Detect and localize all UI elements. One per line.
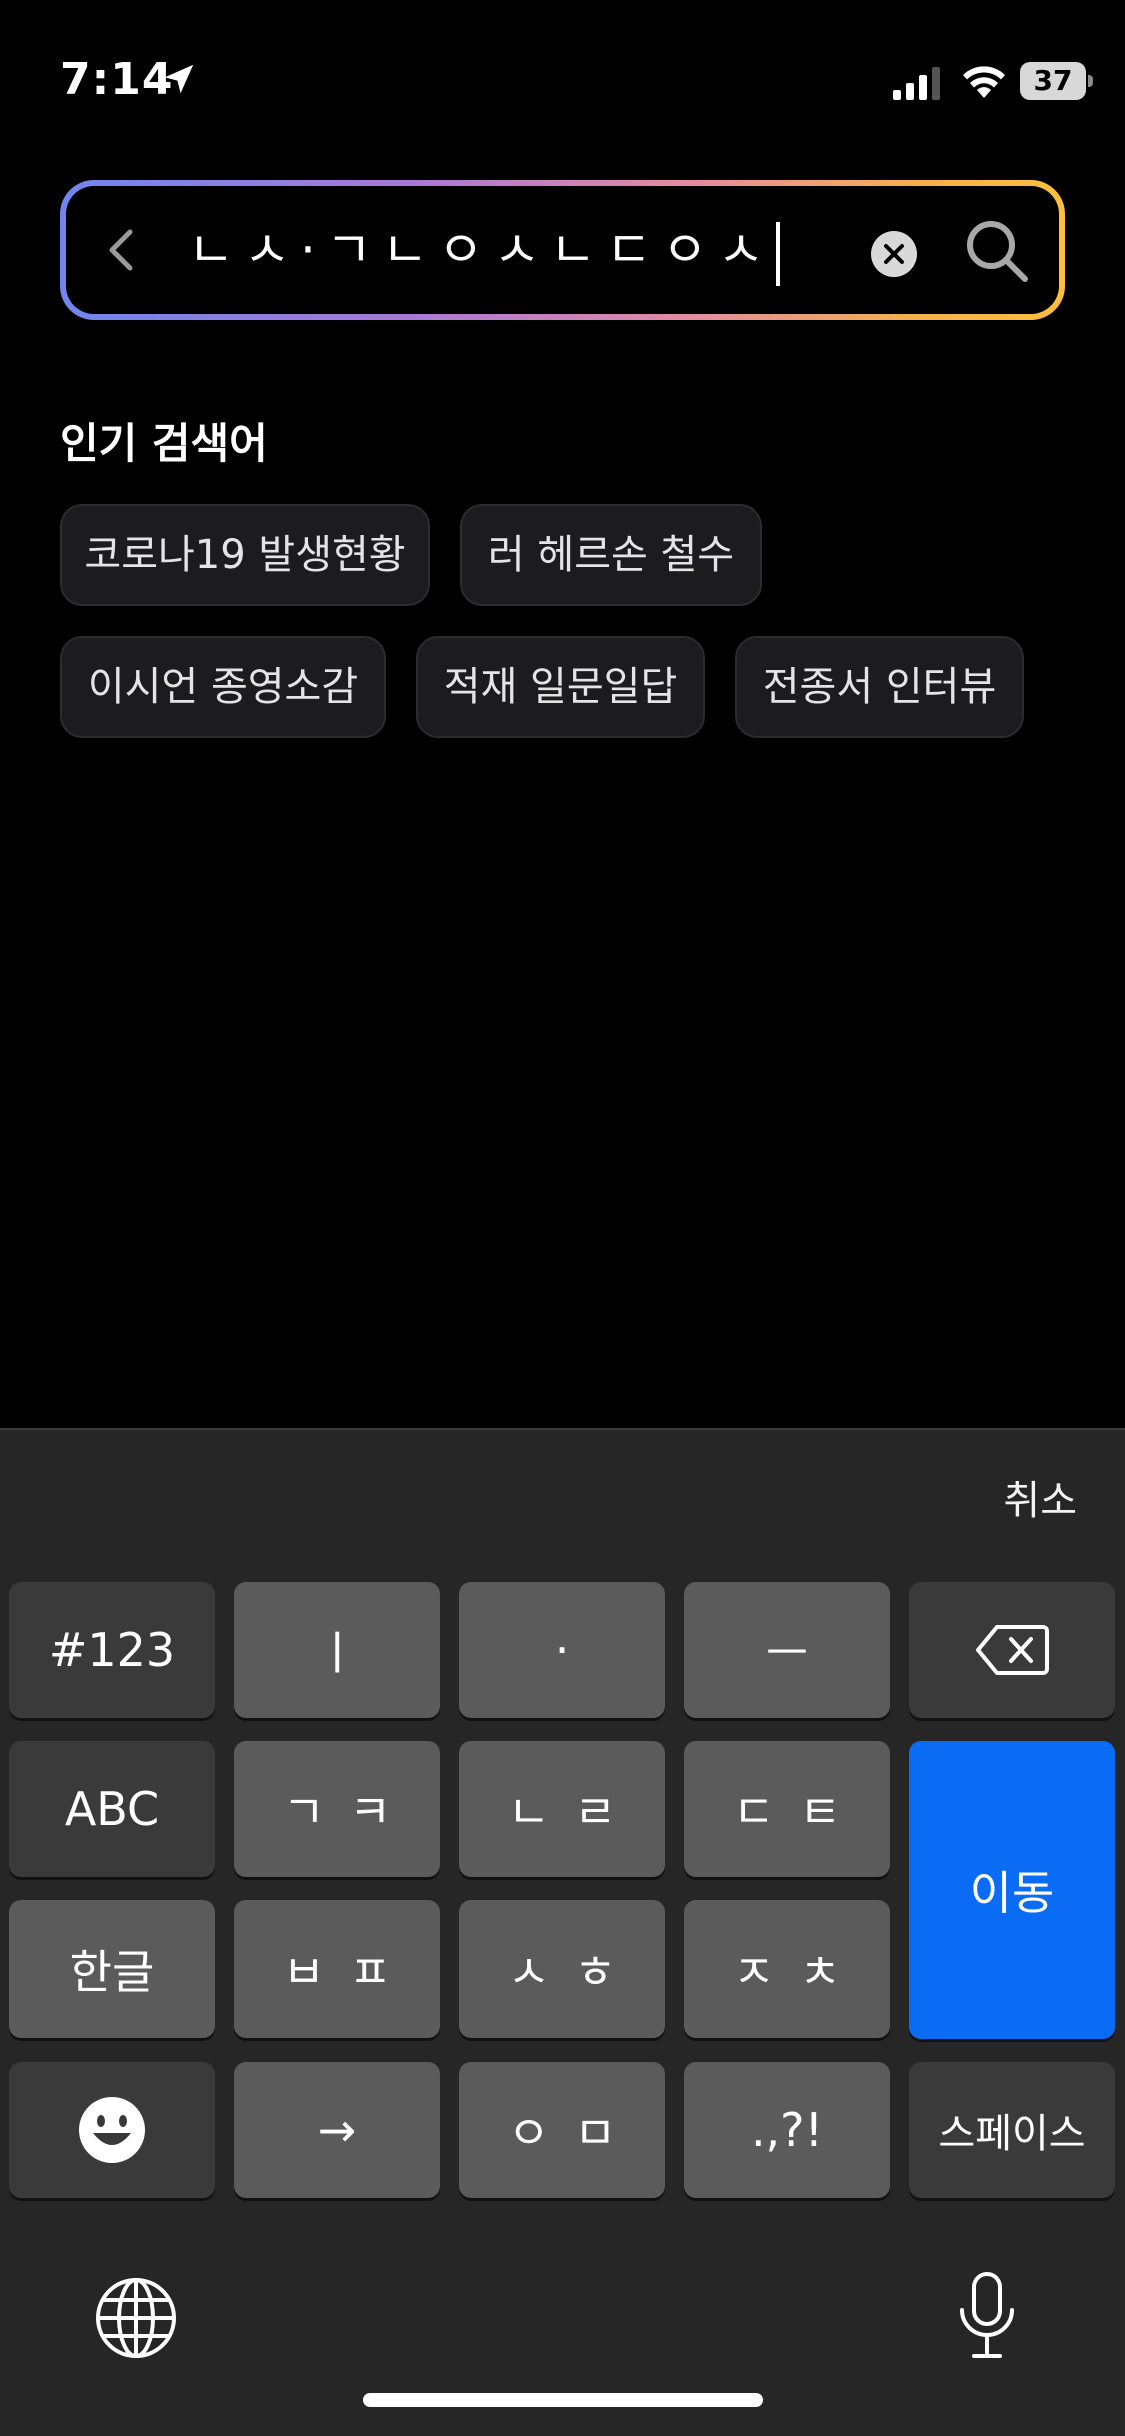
key-label: ㅡ [765,1626,809,1680]
key-label: ㅈㅊ [732,1945,866,1999]
wifi-icon [963,66,1005,98]
key-label: #123 [48,1623,176,1677]
key-label: 한글 [69,1945,155,1999]
popular-chip[interactable]: 코로나19 발생현황 [60,504,430,606]
home-indicator [363,2393,763,2407]
search-bar: ㄴㅅ·ㄱㄴㅇㅅㄴㄷㅇㅅ [60,180,1065,320]
key-n-r[interactable]: ㄴㄹ [459,1741,665,1877]
status-bar: 7:14 37 [0,0,1125,150]
space-key[interactable]: 스페이스 [909,2062,1115,2198]
key-vowel-dot[interactable]: · [459,1582,665,1718]
go-button[interactable]: 이동 [909,1741,1115,2039]
key-label: 이동 [969,1866,1055,1920]
key-hangul[interactable]: 한글 [9,1900,215,2038]
back-chevron-icon[interactable] [96,222,152,278]
key-label: ㄴㄹ [507,1785,641,1839]
search-bar-inner: ㄴㅅ·ㄱㄴㅇㅅㄴㄷㅇㅅ [66,186,1059,314]
key-label: ㅂㅍ [282,1945,416,1999]
key-d-t[interactable]: ㄷㅌ [684,1741,890,1877]
backspace-key[interactable] [909,1582,1115,1718]
key-label: 스페이스 [938,2111,1086,2157]
key-vowel-i[interactable]: ㅣ [234,1582,440,1718]
key-abc[interactable]: ABC [9,1741,215,1877]
key-j-ch[interactable]: ㅈㅊ [684,1900,890,2038]
key-arrow[interactable]: → [234,2062,440,2198]
backspace-icon [976,1625,1049,1675]
popular-searches-title: 인기 검색어 [60,419,268,468]
key-b-p[interactable]: ㅂㅍ [234,1900,440,2038]
key-punctuation[interactable]: .,?! [684,2062,890,2198]
search-input[interactable]: ㄴㅅ·ㄱㄴㅇㅅㄴㄷㅇㅅ [188,210,780,290]
battery-tip [1088,75,1093,87]
key-label: · [554,1623,570,1677]
key-label: ㅣ [315,1626,359,1680]
globe-icon[interactable] [94,2276,178,2360]
key-numbers[interactable]: #123 [9,1582,215,1718]
text-caret [775,221,780,286]
popular-chip[interactable]: 적재 일문일답 [416,636,705,738]
emoji-icon [79,2097,145,2163]
key-label: ㅅㅎ [507,1945,641,1999]
keyboard-toolbar: 취소 [0,1430,1125,1564]
screen: 7:14 37 ㄴㅅ·ㄱㄴㅇㅅㄴㄷㅇㅅ 인기 검색어 코로나19 발생현황 러 … [0,0,1125,2436]
popular-chip[interactable]: 전종서 인터뷰 [735,636,1024,738]
key-label: ㅇㅁ [507,2106,641,2160]
key-label: ABC [64,1782,160,1836]
clear-icon[interactable] [870,230,918,278]
cancel-button[interactable]: 취소 [1003,1468,1077,1526]
battery-level: 37 [1020,62,1086,100]
cellular-signal-icon [893,67,940,100]
search-icon[interactable] [962,216,1032,286]
key-label: ㄷㅌ [732,1785,866,1839]
emoji-key[interactable] [9,2062,215,2198]
key-label: ㄱㅋ [282,1785,416,1839]
key-label: .,?! [750,2103,824,2157]
popular-chip[interactable]: 이시언 종영소감 [60,636,386,738]
key-vowel-eu[interactable]: ㅡ [684,1582,890,1718]
key-label: → [317,2103,357,2157]
status-time: 7:14 [60,54,174,105]
battery-indicator: 37 [1020,62,1093,100]
key-s-h[interactable]: ㅅㅎ [459,1900,665,2038]
search-query: ㄴㅅ·ㄱㄴㅇㅅㄴㄷㅇㅅ [188,221,774,279]
popular-chip[interactable]: 러 헤르손 철수 [460,504,762,606]
microphone-icon[interactable] [952,2270,1022,2360]
location-arrow-icon [164,64,194,94]
key-o-m[interactable]: ㅇㅁ [459,2062,665,2198]
key-g-k[interactable]: ㄱㅋ [234,1741,440,1877]
